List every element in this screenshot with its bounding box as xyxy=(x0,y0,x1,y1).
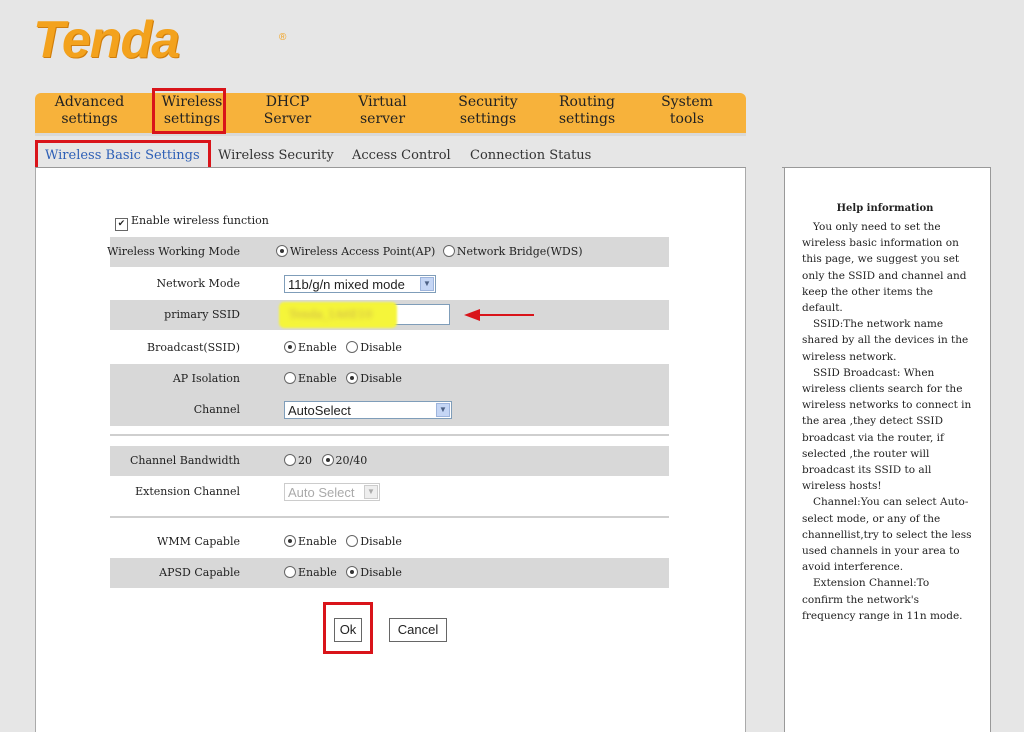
ap-isolation-enable-radio[interactable] xyxy=(284,372,296,384)
bandwidth-20-40-label: 20/40 xyxy=(335,454,368,467)
wmm-enable-label: Enable xyxy=(298,535,337,548)
primary-ssid-label: primary SSID xyxy=(164,308,240,321)
wmm-enable-radio[interactable] xyxy=(284,535,296,547)
help-title: Help information xyxy=(836,203,934,214)
section-divider xyxy=(110,516,669,518)
working-mode-ap-label: Wireless Access Point(AP) xyxy=(290,245,436,258)
extension-channel-select[interactable]: Auto Select ▼ xyxy=(284,483,380,501)
apsd-disable-label: Disable xyxy=(360,566,402,579)
nav-security-settings[interactable]: Security settings xyxy=(448,94,528,128)
wmm-disable-label: Disable xyxy=(360,535,402,548)
subnav-access-control[interactable]: Access Control xyxy=(352,148,451,163)
main-nav-base xyxy=(35,133,746,136)
primary-ssid-row: primary SSID Tenda_1A6E10 xyxy=(110,300,669,330)
help-panel: Help information You only need to set th… xyxy=(784,168,991,732)
help-paragraph: Extension Channel:To confirm the network… xyxy=(802,577,963,622)
ap-isolation-enable-label: Enable xyxy=(298,372,337,385)
working-mode-row: Wireless Working Mode Wireless Access Po… xyxy=(107,237,669,267)
channel-label: Channel xyxy=(193,403,240,416)
broadcast-enable-label: Enable xyxy=(298,341,337,354)
nav-dhcp-server[interactable]: DHCP Server xyxy=(250,94,325,128)
chevron-down-icon: ▼ xyxy=(420,277,434,291)
ap-isolation-disable-radio[interactable] xyxy=(346,372,359,384)
ap-isolation-label: AP Isolation xyxy=(172,372,240,385)
broadcast-label: Broadcast(SSID) xyxy=(147,341,240,354)
working-mode-wds-radio[interactable] xyxy=(442,245,455,257)
nav-advanced-settings[interactable]: Advanced settings xyxy=(47,94,132,128)
subnav-connection-status[interactable]: Connection Status xyxy=(470,148,591,163)
highlight-wireless-settings xyxy=(152,88,226,134)
wmm-row: WMM Capable Enable Disable xyxy=(110,527,669,557)
tenda-logo: Tenda xyxy=(33,11,180,69)
broadcast-disable-label: Disable xyxy=(360,341,402,354)
channel-bandwidth-label: Channel Bandwidth xyxy=(130,454,240,467)
help-paragraph: SSID:The network name shared by all the … xyxy=(802,318,969,363)
apsd-label: APSD Capable xyxy=(159,566,240,579)
apsd-enable-radio[interactable] xyxy=(284,566,296,578)
network-mode-row: Network Mode 11b/g/n mixed mode ▼ xyxy=(110,269,669,299)
apsd-row: APSD Capable Enable Disable xyxy=(110,558,669,588)
arrow-pointer-icon xyxy=(464,309,534,321)
nav-system-tools[interactable]: System tools xyxy=(652,94,722,128)
bandwidth-20-label: 20 xyxy=(298,454,312,467)
primary-ssid-input[interactable]: Tenda_1A6E10 xyxy=(279,302,450,328)
network-mode-label: Network Mode xyxy=(156,277,240,290)
bandwidth-20-40-radio[interactable] xyxy=(321,454,334,466)
working-mode-label: Wireless Working Mode xyxy=(107,245,240,258)
apsd-enable-label: Enable xyxy=(298,566,337,579)
apsd-disable-radio[interactable] xyxy=(346,566,359,578)
enable-wireless-label: Enable wireless function xyxy=(131,214,269,227)
highlight-ok-button xyxy=(323,602,373,654)
section-divider xyxy=(110,434,669,436)
enable-wireless-checkbox[interactable]: ✔ xyxy=(115,218,128,231)
help-body: You only need to set the wireless basic … xyxy=(802,219,972,624)
network-mode-select[interactable]: 11b/g/n mixed mode ▼ xyxy=(284,275,436,293)
chevron-down-icon: ▼ xyxy=(436,403,450,417)
registered-mark: ® xyxy=(279,32,287,43)
enable-wireless-row: ✔ Enable wireless function xyxy=(115,214,269,231)
chevron-down-icon: ▼ xyxy=(364,485,378,499)
ap-isolation-row: AP Isolation Enable Disable xyxy=(110,364,669,394)
nav-routing-settings[interactable]: Routing settings xyxy=(542,94,632,128)
working-mode-wds-label: Network Bridge(WDS) xyxy=(456,245,583,258)
help-paragraph: You only need to set the wireless basic … xyxy=(802,221,967,315)
broadcast-disable-radio[interactable] xyxy=(346,341,359,353)
extension-channel-row: Extension Channel Auto Select ▼ xyxy=(110,477,669,507)
broadcast-enable-radio[interactable] xyxy=(284,341,296,353)
subnav-wireless-security[interactable]: Wireless Security xyxy=(218,148,334,163)
cancel-button[interactable]: Cancel xyxy=(389,618,447,642)
channel-row: Channel AutoSelect ▼ xyxy=(110,395,669,425)
main-nav: Advanced settings Wireless settings DHCP Se… xyxy=(35,93,746,133)
help-paragraph: Channel:You can select Auto-select mode,… xyxy=(802,496,972,574)
channel-select[interactable]: AutoSelect ▼ xyxy=(284,401,452,419)
primary-ssid-value: Tenda_1A6E10 xyxy=(289,308,373,321)
channel-bandwidth-row: Channel Bandwidth 20 20/40 xyxy=(110,446,669,476)
broadcast-row: Broadcast(SSID) Enable Disable xyxy=(110,333,669,363)
wmm-disable-radio[interactable] xyxy=(346,535,359,547)
bandwidth-20-radio[interactable] xyxy=(284,454,296,466)
ap-isolation-disable-label: Disable xyxy=(360,372,402,385)
help-paragraph: SSID Broadcast: When wireless clients se… xyxy=(802,366,972,493)
extension-channel-label: Extension Channel xyxy=(135,485,240,498)
nav-virtual-server[interactable]: Virtual server xyxy=(345,94,420,128)
wmm-label: WMM Capable xyxy=(157,535,240,548)
working-mode-ap-radio[interactable] xyxy=(276,245,288,257)
